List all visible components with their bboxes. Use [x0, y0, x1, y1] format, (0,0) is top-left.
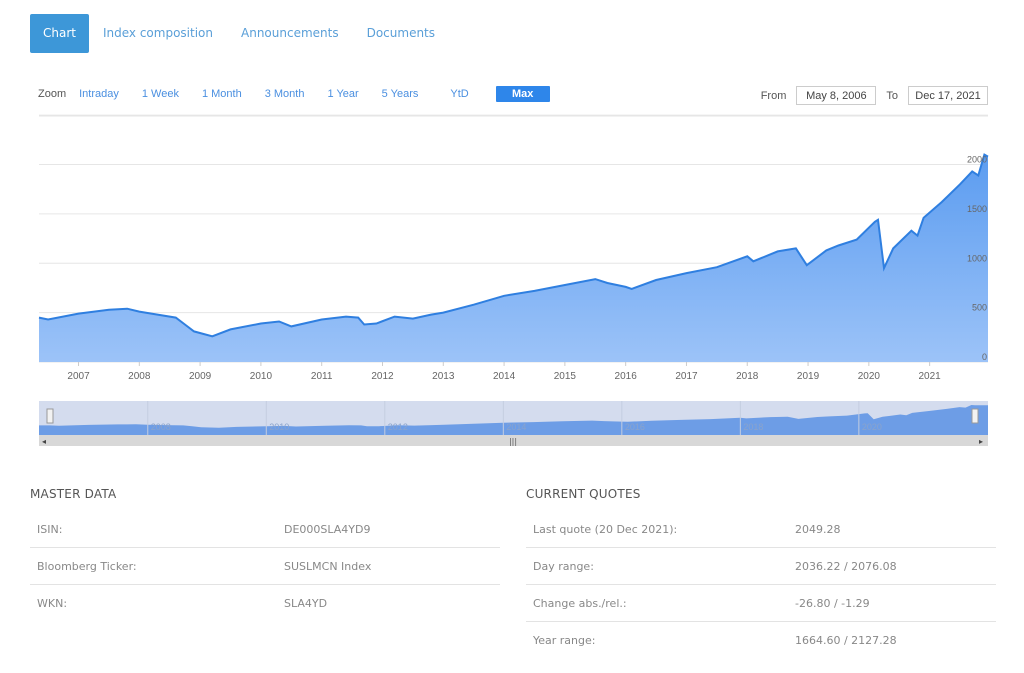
- x-tick-label: 2017: [675, 371, 698, 382]
- bloomberg-ticker-label: Bloomberg Ticker:: [37, 559, 137, 573]
- x-tick-label: 2007: [67, 371, 90, 382]
- x-tick-label: 2010: [250, 371, 273, 382]
- year-range-label: Year range:: [533, 633, 596, 647]
- navigator-label: 2018: [743, 422, 763, 432]
- table-row: Change abs./rel.: -26.80 / -1.29: [526, 585, 996, 622]
- navigator-label: 2016: [625, 422, 645, 432]
- x-tick-label: 2008: [128, 371, 151, 382]
- wkn-label: WKN:: [37, 596, 68, 610]
- x-tick-label: 2018: [736, 371, 759, 382]
- master-data-title: MASTER DATA: [30, 487, 117, 501]
- master-data-section: MASTER DATA ISIN: DE000SLA4YD9 Bloomberg …: [30, 487, 500, 621]
- x-tick-label: 2019: [797, 371, 820, 382]
- wkn-value: SLA4YD: [284, 596, 328, 610]
- y-tick-label: 0: [982, 352, 987, 362]
- x-tick-label: 2016: [615, 371, 638, 382]
- year-range-value: 1664.60 / 2127.28: [795, 633, 897, 647]
- isin-value: DE000SLA4YD9: [284, 522, 371, 536]
- x-tick-label: 2020: [858, 371, 881, 382]
- change-label: Change abs./rel.:: [533, 596, 627, 610]
- y-tick-label: 1500: [967, 204, 987, 214]
- y-tick-label: 500: [972, 303, 987, 313]
- navigator-label: 2020: [862, 422, 882, 432]
- navigator-label: 2014: [506, 422, 526, 432]
- last-quote-label: Last quote (20 Dec 2021):: [533, 522, 678, 536]
- day-range-value: 2036.22 / 2076.08: [795, 559, 897, 573]
- y-tick-label: 1000: [967, 253, 987, 263]
- table-row: Last quote (20 Dec 2021): 2049.28: [526, 511, 996, 548]
- x-tick-label: 2013: [432, 371, 455, 382]
- navigator-label: 2008: [151, 422, 171, 432]
- current-quotes-section: CURRENT QUOTES Last quote (20 Dec 2021):…: [526, 487, 996, 658]
- day-range-label: Day range:: [533, 559, 594, 573]
- price-chart: 0 500 1000 1500 2000 2007 2008 2009 2010 2011 2012…: [38, 114, 989, 446]
- x-tick-label: 2009: [189, 371, 212, 382]
- table-row: Bloomberg Ticker: SUSLMCN Index: [30, 548, 500, 585]
- change-value: -26.80 / -1.29: [795, 596, 870, 610]
- navigator-label: 2010: [269, 422, 289, 432]
- scroll-right-arrow[interactable]: ▸: [979, 437, 983, 446]
- table-row: ISIN: DE000SLA4YD9: [30, 511, 500, 548]
- bloomberg-ticker-value: SUSLMCN Index: [284, 559, 372, 573]
- table-row: Day range: 2036.22 / 2076.08: [526, 548, 996, 585]
- isin-label: ISIN:: [37, 522, 63, 536]
- x-tick-label: 2021: [919, 371, 942, 382]
- table-row: WKN: SLA4YD: [30, 585, 500, 621]
- scrollbar-grip-icon: |||: [509, 437, 517, 446]
- navigator-handle[interactable]: [971, 408, 979, 424]
- x-tick-label: 2015: [554, 371, 577, 382]
- table-row: Year range: 1664.60 / 2127.28: [526, 622, 996, 658]
- x-tick-label: 2014: [493, 371, 516, 382]
- x-tick-label: 2011: [311, 371, 333, 382]
- navigator-handle[interactable]: [46, 408, 54, 424]
- y-tick-label: 2000: [967, 155, 987, 165]
- current-quotes-title: CURRENT QUOTES: [526, 487, 641, 501]
- last-quote-value: 2049.28: [795, 522, 841, 536]
- navigator-label: 2012: [388, 422, 408, 432]
- scroll-left-arrow[interactable]: ◂: [42, 437, 46, 446]
- x-tick-label: 2012: [371, 371, 394, 382]
- area-fill: [39, 154, 988, 362]
